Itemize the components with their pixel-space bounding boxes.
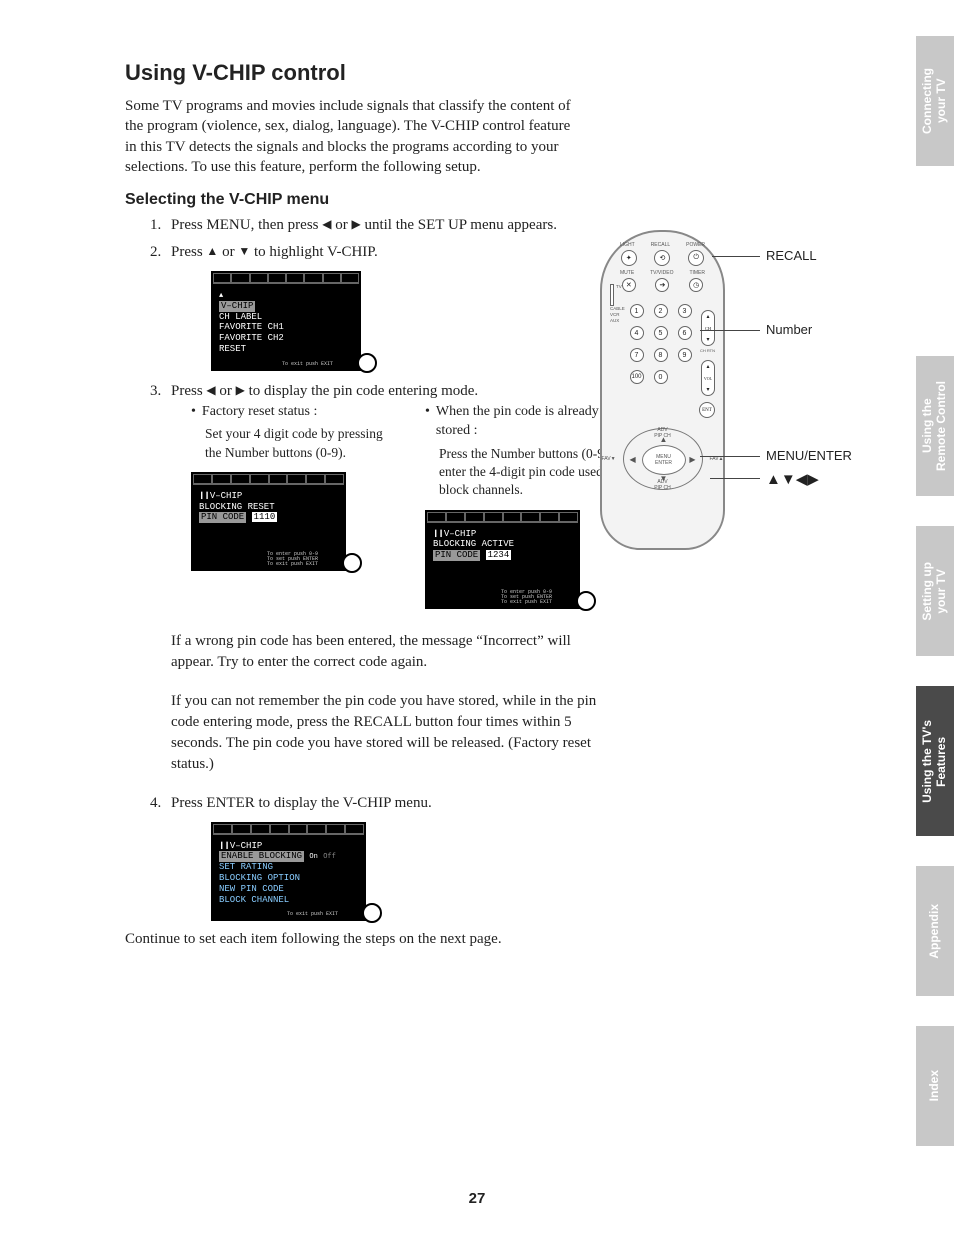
callout-number: Number bbox=[766, 322, 812, 337]
controller-icon: ◉ bbox=[342, 553, 362, 573]
section-heading: Selecting the V-CHIP menu bbox=[125, 191, 725, 209]
triangle-down-icon: ▼ bbox=[238, 243, 250, 260]
triangle-right-icon: ▶ bbox=[351, 216, 360, 233]
callout-arrows: ▲▼◀▶ bbox=[766, 470, 819, 488]
factory-reset-col: •Factory reset status : Set your 4 digit… bbox=[191, 402, 401, 619]
page-number: 27 bbox=[0, 1190, 954, 1207]
channel-rocker: ▴CH▾ bbox=[701, 310, 715, 346]
timer-button: ◷ bbox=[689, 278, 703, 292]
controller-icon: ◉ bbox=[357, 353, 377, 373]
tab-setting-up: Setting up your TV bbox=[916, 526, 954, 656]
callout-recall: RECALL bbox=[766, 248, 817, 263]
callout-menu-enter: MENU/ENTER bbox=[766, 448, 852, 463]
ent-button: ENT bbox=[699, 402, 715, 418]
power-button: ⏻ bbox=[688, 250, 704, 266]
tab-features: Using the TV's Features bbox=[916, 686, 954, 836]
side-tabs: Introduction Connecting your TV Using th… bbox=[916, 36, 954, 1196]
continue-paragraph: Continue to set each item following the … bbox=[125, 931, 725, 948]
dpad: ADV PIP CH MENU ENTER ▲ ▼ ◀ ▶ ADV PIP CH… bbox=[618, 428, 708, 498]
controller-icon: ◉ bbox=[362, 903, 382, 923]
triangle-right-icon: ▶ bbox=[236, 382, 245, 399]
tv-video-button: ➔ bbox=[655, 278, 669, 292]
tab-connecting: Connecting your TV bbox=[916, 36, 954, 166]
controller-icon: ◉ bbox=[576, 591, 596, 611]
page-title: Using V-CHIP control bbox=[125, 60, 725, 86]
osd-setup-menu: ▲ V–CHIP CH LABEL FAVORITE CH1 FAVORITE … bbox=[211, 271, 361, 371]
step-4: Press ENTER to display the V-CHIP menu. … bbox=[165, 793, 725, 922]
osd-pin-active: ❙❙V–CHIP BLOCKING ACTIVE PIN CODE 1234 T… bbox=[425, 510, 580, 609]
osd-pin-reset: ❙❙V–CHIP BLOCKING RESET PIN CODE 1110 To… bbox=[191, 472, 346, 571]
osd-vchip-menu: ❙❙V–CHIP ENABLE BLOCKING On Off SET RATI… bbox=[211, 822, 366, 922]
light-button: ✦ bbox=[621, 250, 637, 266]
tab-remote: Using the Remote Control bbox=[916, 356, 954, 496]
remote-diagram: LIGHTRECALLPOWER ✦ ⟲ ⏻ MUTETV/VIDEOTIMER… bbox=[580, 230, 860, 550]
wrong-pin-paragraph: If a wrong pin code has been entered, th… bbox=[171, 631, 611, 673]
recall-button: ⟲ bbox=[654, 250, 670, 266]
mode-switch: TVCABLEVCRAUX bbox=[610, 284, 625, 324]
volume-rocker: ▴VOL▾ bbox=[701, 360, 715, 396]
tab-index: Index bbox=[916, 1026, 954, 1146]
intro-paragraph: Some TV programs and movies include sign… bbox=[125, 96, 585, 177]
tab-appendix: Appendix bbox=[916, 866, 954, 996]
forgot-pin-paragraph: If you can not remember the pin code you… bbox=[171, 691, 611, 775]
triangle-left-icon: ◀ bbox=[206, 382, 215, 399]
triangle-up-icon: ▲ bbox=[206, 243, 218, 260]
